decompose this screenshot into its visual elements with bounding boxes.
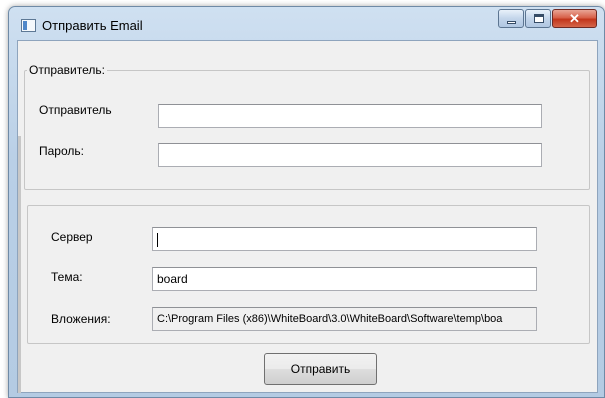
subject-label: Тема: <box>51 270 83 284</box>
dialog-client-area: Отправитель: Отправитель Пароль: Сервер … <box>17 40 598 393</box>
password-field[interactable] <box>158 143 542 167</box>
sender-groupbox <box>24 70 590 190</box>
sender-groupbox-legend: Отправитель: <box>27 63 107 77</box>
subject-field[interactable]: board <box>152 267 537 291</box>
password-label: Пароль: <box>39 144 84 158</box>
caption-buttons: ✕ <box>497 9 597 30</box>
email-dialog-window: Отправить Email ✕ Отправитель: Отправите… <box>8 6 605 398</box>
window-title: Отправить Email <box>42 18 143 33</box>
send-button[interactable]: Отправить <box>264 353 377 385</box>
window-app-icon <box>21 19 36 32</box>
server-label: Сервер <box>51 230 93 244</box>
left-edge-strip <box>18 136 21 393</box>
close-icon: ✕ <box>569 11 580 26</box>
minimize-button[interactable] <box>498 9 524 28</box>
close-button[interactable]: ✕ <box>552 9 597 28</box>
attachments-label: Вложения: <box>51 312 111 326</box>
sender-field[interactable] <box>158 104 542 128</box>
attachments-field[interactable]: C:\Program Files (x86)\WhiteBoard\3.0\Wh… <box>152 307 537 331</box>
server-field[interactable] <box>152 227 537 251</box>
maximize-button[interactable] <box>525 9 551 28</box>
text-caret <box>157 232 158 247</box>
sender-label: Отправитель <box>39 103 112 117</box>
